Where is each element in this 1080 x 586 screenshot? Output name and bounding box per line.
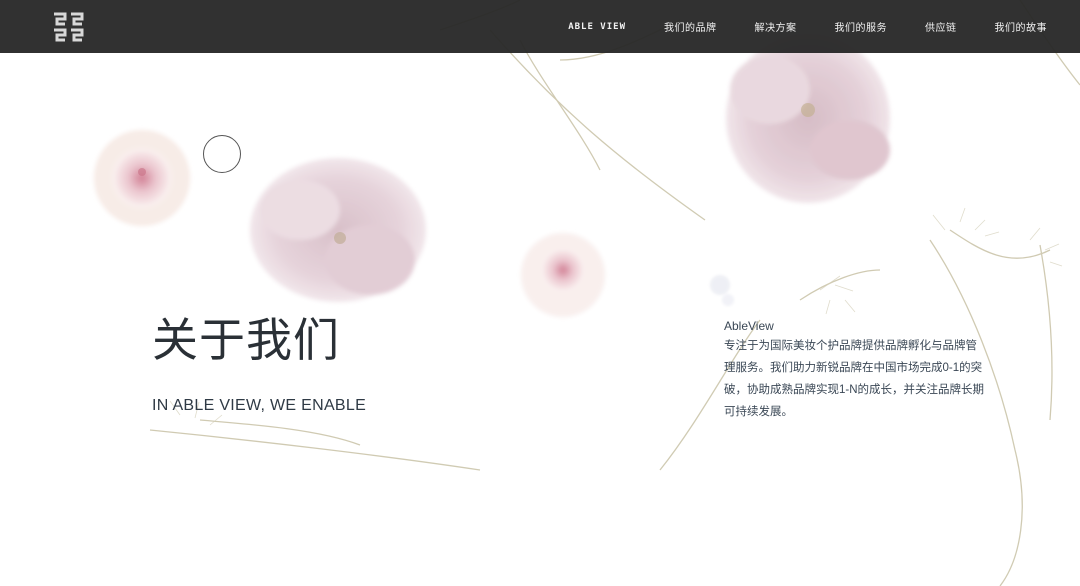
circle-cursor-button[interactable] [203,135,241,173]
page: ABLE VIEW 我们的品牌 解决方案 我们的服务 供应链 我们的故事 关于我… [0,0,1080,586]
page-title: 关于我们 [152,313,340,367]
page-subtitle: IN ABLE VIEW, WE ENABLE [152,397,367,414]
about-heading: AbleView [724,319,774,333]
nav-item-supply-chain[interactable]: 供应链 [925,19,957,34]
nav-item-our-services[interactable]: 我们的服务 [835,19,888,34]
main-nav: ABLE VIEW 我们的品牌 解决方案 我们的服务 供应链 我们的故事 [568,0,1080,53]
top-navigation-bar: ABLE VIEW 我们的品牌 解决方案 我们的服务 供应链 我们的故事 [0,0,1080,53]
brand-logo-icon[interactable] [52,11,84,43]
about-description: AbleView 专注于为国际美妆个护品牌提供品牌孵化与品牌管理服务。我们助力新… [724,318,986,423]
about-body-text: 专注于为国际美妆个护品牌提供品牌孵化与品牌管理服务。我们助力新锐品牌在中国市场完… [724,340,985,418]
dried-flowers-background [0,0,1080,586]
nav-item-solutions[interactable]: 解决方案 [755,19,797,34]
nav-item-our-story[interactable]: 我们的故事 [995,19,1048,34]
nav-item-able-view[interactable]: ABLE VIEW [568,22,626,32]
nav-item-our-brands[interactable]: 我们的品牌 [664,19,717,34]
